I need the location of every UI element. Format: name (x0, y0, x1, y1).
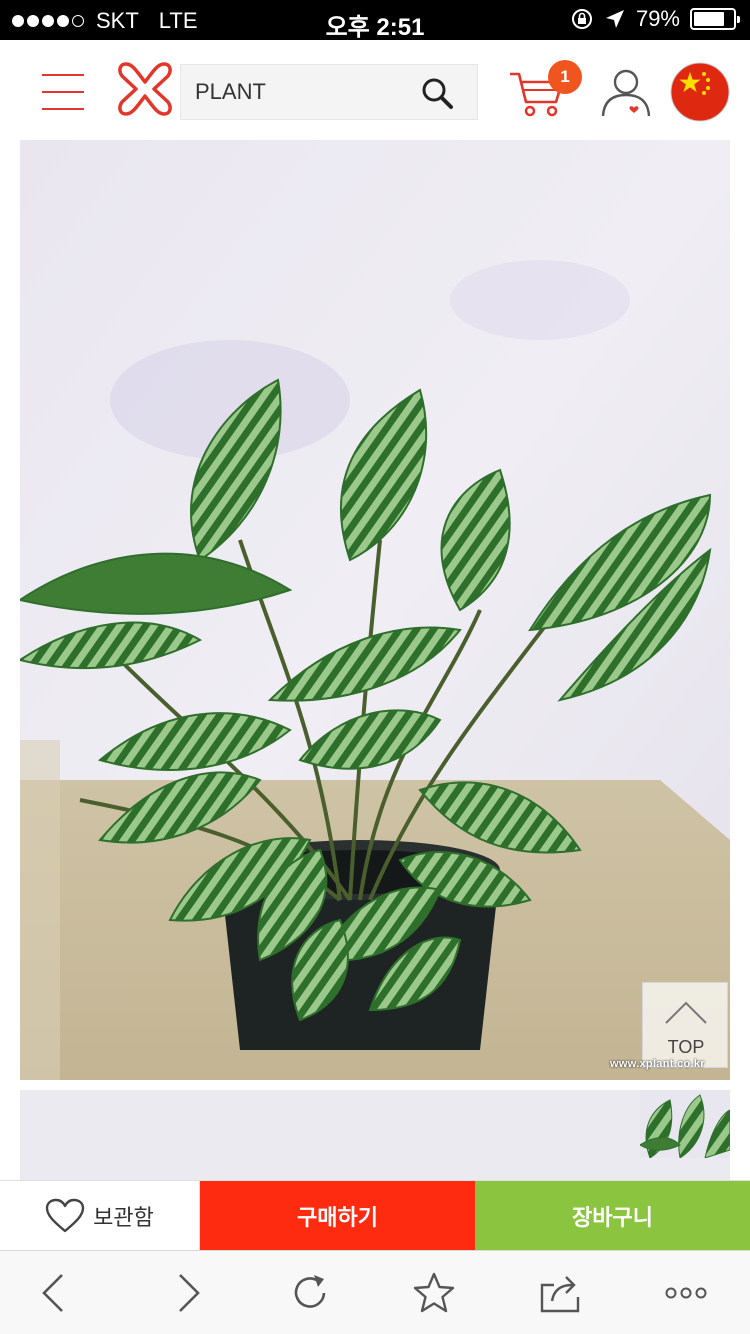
search-box (180, 64, 478, 120)
back-icon[interactable] (34, 1271, 78, 1315)
user-icon[interactable] (600, 68, 652, 118)
battery-icon (690, 8, 740, 30)
wishlist-button[interactable]: 보관함 (0, 1181, 200, 1251)
image-thumbnail-strip (20, 1090, 730, 1180)
location-icon (605, 10, 624, 28)
scroll-top-button[interactable]: TOP (642, 982, 728, 1068)
forward-icon[interactable] (164, 1271, 208, 1315)
china-flag-icon[interactable] (670, 62, 730, 122)
purchase-action-bar: 보관함 구매하기 장바구니 (0, 1180, 750, 1251)
logo-icon[interactable] (116, 58, 174, 120)
chevron-up-icon (665, 1001, 707, 1024)
plant-photo (20, 140, 730, 1080)
wishlist-label: 보관함 (93, 1205, 154, 1230)
more-icon[interactable] (664, 1271, 708, 1315)
status-right: 79% (570, 6, 740, 32)
battery-percent: 79% (635, 6, 680, 31)
buy-button[interactable]: 구매하기 (200, 1181, 475, 1251)
heart-icon (45, 1198, 85, 1233)
top-label: TOP (667, 1037, 705, 1057)
battery-level (694, 12, 725, 26)
share-icon[interactable] (538, 1271, 582, 1315)
browser-toolbar (0, 1250, 750, 1334)
search-icon[interactable] (421, 77, 455, 111)
cart-count-badge: 1 (548, 60, 582, 94)
site-header: 1 (0, 40, 750, 140)
product-image[interactable] (20, 140, 730, 1080)
rotation-lock-icon (571, 9, 592, 29)
search-input[interactable] (181, 65, 421, 119)
status-bar: SKT LTE 오후 2:51 79% (0, 0, 750, 41)
add-to-cart-button[interactable]: 장바구니 (475, 1181, 750, 1251)
reload-icon[interactable] (288, 1271, 332, 1315)
watermark: www.xplant.co.kr (610, 1058, 705, 1070)
menu-icon[interactable] (42, 74, 84, 110)
thumbnail-image[interactable] (640, 1090, 730, 1158)
bookmark-icon[interactable] (412, 1271, 456, 1315)
